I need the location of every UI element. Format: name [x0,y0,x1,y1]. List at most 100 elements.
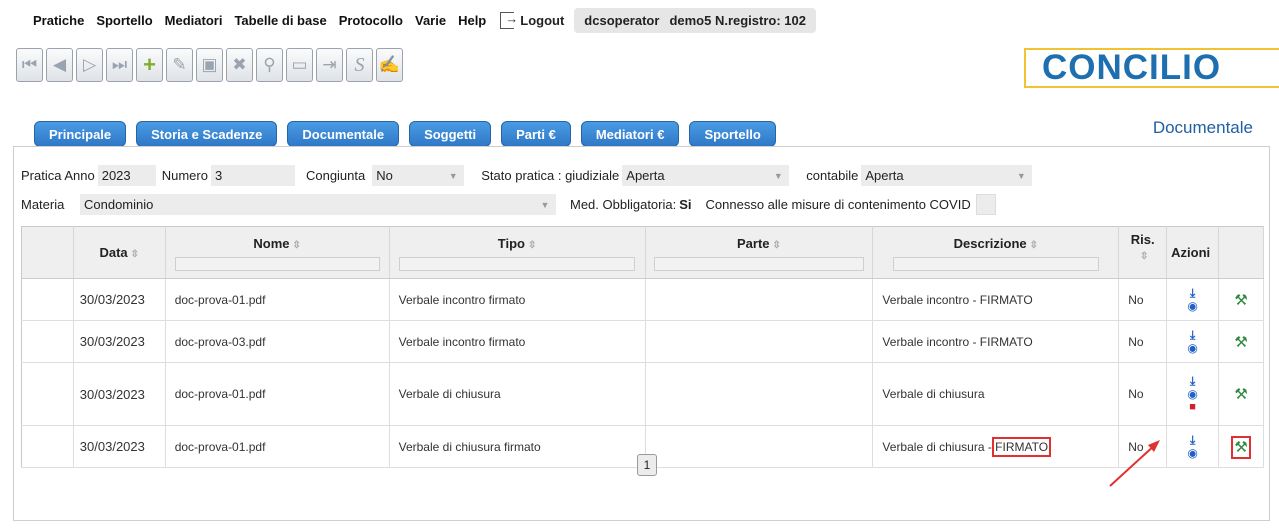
monitor-icon[interactable]: ▭ [286,48,313,82]
edit-icon[interactable]: ✎ [166,48,193,82]
anno-field[interactable]: 2023 [97,165,156,186]
column-header-azioni: Azioni [1166,226,1220,279]
eye-icon[interactable]: ◉ [1187,388,1197,400]
eye-icon[interactable]: ◉ [1187,342,1197,354]
numero-label: Numero [161,168,208,183]
download-icon[interactable]: ⤓ [1190,287,1195,299]
menu-help[interactable]: Help [458,13,486,28]
tab-storia-scadenze[interactable]: Storia e Scadenze [136,121,278,147]
s-icon[interactable]: S [346,48,373,82]
sort-icon: ⇳ [1139,251,1149,262]
add-icon[interactable]: + [136,48,163,82]
ris-header-label: Ris. [1130,232,1155,247]
row-select-cell[interactable] [21,320,74,363]
contabile-label: contabile [806,168,859,183]
tab-soggetti[interactable]: Soggetti [409,121,492,147]
hammer-icon[interactable]: ⚒ [1231,435,1251,459]
chevron-down-icon[interactable]: ▼ [767,165,790,186]
menu-bar: Pratiche Sportello Mediatori Tabelle di … [0,0,1279,40]
last-icon[interactable]: ⏭ [106,48,133,82]
download-icon[interactable]: ⤓ [1190,375,1195,387]
signature-icon[interactable]: ✍ [376,48,403,82]
first-icon[interactable]: ⏮ [16,48,43,82]
select-column-header [21,226,74,279]
nome-filter-input[interactable] [174,257,380,271]
cell-parte [645,278,874,321]
search-icon[interactable]: ⚲ [256,48,283,82]
congiunta-label: Congiunta [305,168,366,183]
tab-principale[interactable]: Principale [34,121,127,147]
materia-select[interactable]: Condominio [80,194,534,215]
materia-row: Materia Condominio ▼ Med. Obbligatoria: … [21,194,996,215]
cell-parte [645,425,874,468]
download-icon[interactable]: ⤓ [1190,434,1195,446]
sort-icon: ⇳ [130,249,140,260]
logo: CONCILIO [1024,48,1279,88]
save-icon[interactable]: ▣ [196,48,223,82]
chevron-down-icon[interactable]: ▼ [442,165,465,186]
column-header-nome[interactable]: Nome ⇳ [165,226,390,279]
cell-actions: ⤓ ◉ [1166,425,1220,468]
table-row[interactable]: 30/03/2023 doc-prova-03.pdf Verbale inco… [21,320,1264,363]
menu-varie[interactable]: Varie [415,13,446,28]
menu-sportello[interactable]: Sportello [96,13,152,28]
tab-documentale[interactable]: Documentale [287,121,400,147]
column-header-parte[interactable]: Parte ⇳ [645,226,874,279]
column-header-descrizione[interactable]: Descrizione ⇳ [872,226,1120,279]
cell-data: 30/03/2023 [73,278,166,321]
column-header-data[interactable]: Data ⇳ [73,226,166,279]
firmato-highlight: FIRMATO [992,436,1052,457]
sort-icon: ⇳ [772,240,781,251]
tipo-header-label: Tipo [497,236,525,251]
menu-protocollo[interactable]: Protocollo [339,13,403,28]
parte-filter-input[interactable] [653,257,864,271]
sort-icon: ⇳ [292,240,301,251]
download-icon[interactable]: ⤓ [1190,329,1195,341]
numero-field[interactable]: 3 [210,165,295,186]
export-icon[interactable]: ⇥ [316,48,343,82]
chevron-down-icon[interactable]: ▼ [534,194,556,215]
table-row[interactable]: 30/03/2023 doc-prova-01.pdf Verbale di c… [21,362,1264,426]
cell-parte [645,320,874,363]
pratica-row: Pratica Anno 2023 Numero 3 Congiunta No … [21,165,1033,186]
stato-select[interactable]: Aperta [622,165,768,186]
eye-icon[interactable]: ◉ [1187,300,1197,312]
eye-icon[interactable]: ◉ [1187,447,1197,459]
contabile-select[interactable]: Aperta [861,165,1011,186]
tab-sportello[interactable]: Sportello [689,121,776,147]
annotation-arrow-icon [1109,440,1160,487]
menu-mediatori[interactable]: Mediatori [165,13,223,28]
cell-descrizione: Verbale di chiusura [872,362,1120,426]
column-header-tipo[interactable]: Tipo ⇳ [389,226,646,279]
column-header-ris[interactable]: Ris. ⇳ [1118,226,1168,279]
next-icon[interactable]: ▷ [76,48,103,82]
congiunta-select[interactable]: No [372,165,443,186]
trash-icon[interactable]: ■ [1189,401,1196,413]
cell-ris: No [1118,278,1168,321]
row-select-cell[interactable] [21,425,74,468]
hammer-icon[interactable]: ⚒ [1234,386,1247,403]
tipo-filter-input[interactable] [399,257,636,271]
row-select-cell[interactable] [21,362,74,426]
sort-icon: ⇳ [527,240,537,251]
table-row[interactable]: 30/03/2023 doc-prova-01.pdf Verbale inco… [21,278,1264,321]
covid-label: Connesso alle misure di contenimento COV… [705,197,971,212]
pagination-page-1[interactable]: 1 [637,454,657,476]
cell-nome: doc-prova-01.pdf [165,425,390,468]
chevron-down-icon[interactable]: ▼ [1010,165,1033,186]
logout-button[interactable]: Logout [500,11,564,29]
obbligatoria-value: Si [679,197,692,212]
row-select-cell[interactable] [21,278,74,321]
hammer-icon[interactable]: ⚒ [1234,334,1247,351]
menu-pratiche[interactable]: Pratiche [33,13,84,28]
menu-tabelle-di-base[interactable]: Tabelle di base [234,13,326,28]
delete-icon[interactable]: ✖ [226,48,253,82]
hammer-icon[interactable]: ⚒ [1234,292,1247,309]
tab-parti[interactable]: Parti € [501,121,571,147]
prev-icon[interactable]: ◀ [46,48,73,82]
descrizione-filter-input[interactable] [892,257,1099,271]
covid-checkbox[interactable] [975,194,996,215]
toolbar: ⏮ ◀ ▷ ⏭ + ✎ ▣ ✖ ⚲ ▭ ⇥ S ✍ [16,48,403,82]
cell-descrizione: Verbale incontro - FIRMATO [872,278,1120,321]
tab-mediatori[interactable]: Mediatori € [580,121,680,147]
